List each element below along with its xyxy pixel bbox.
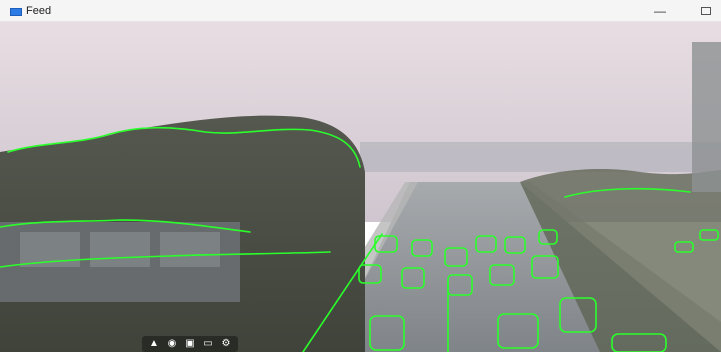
video-icon[interactable]: ▣ — [184, 338, 196, 350]
video-overlay-toolbar: ▲ ◉ ▣ ▭ ⚙ — [142, 336, 238, 352]
minimize-icon: — — [654, 4, 666, 18]
minimize-button[interactable]: — — [637, 0, 683, 22]
pointer-icon[interactable]: ▲ — [148, 338, 160, 350]
building-panel — [160, 232, 220, 267]
maximize-icon — [701, 7, 711, 15]
app-icon — [10, 8, 22, 16]
building-panel — [90, 232, 150, 267]
feed-frame — [0, 22, 721, 352]
maximize-button[interactable] — [683, 0, 721, 22]
app-window: Feed — ▲ ◉ ▣ ▭ ⚙ — [0, 0, 721, 352]
title-bar: Feed — — [0, 0, 721, 22]
video-feed — [0, 22, 721, 352]
screen-icon[interactable]: ▭ — [202, 338, 214, 350]
camera-icon[interactable]: ◉ — [166, 338, 178, 350]
window-title: Feed — [26, 5, 52, 17]
right-building — [692, 42, 721, 192]
settings-icon[interactable]: ⚙ — [220, 338, 232, 350]
distant-city — [360, 142, 721, 172]
